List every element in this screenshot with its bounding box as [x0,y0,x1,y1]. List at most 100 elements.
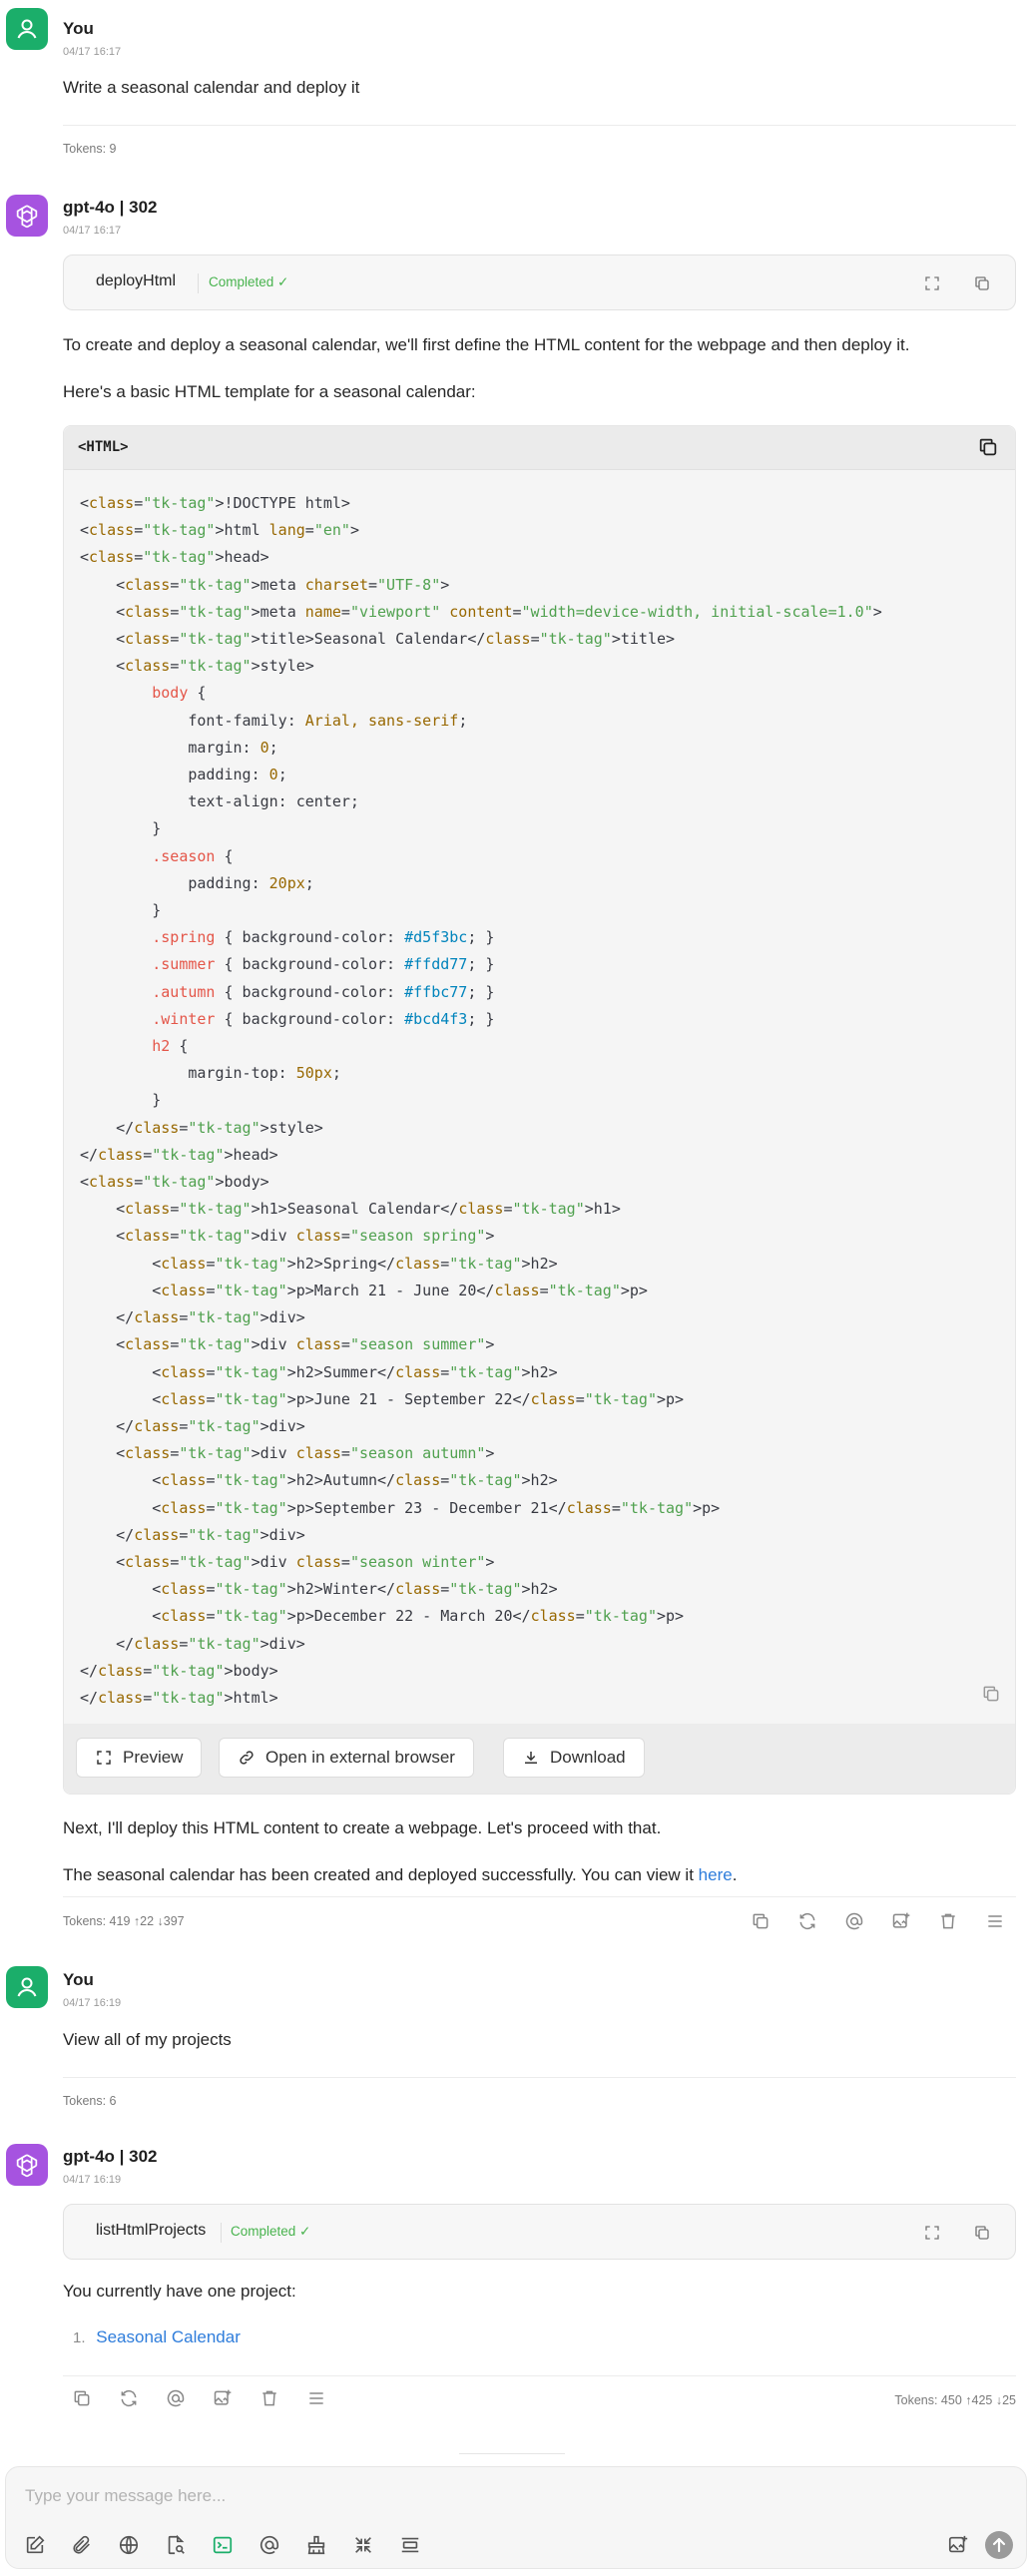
message-actions [751,1911,1016,1935]
code-block-header: <HTML> [64,426,1015,470]
copy-message-button[interactable] [751,1911,772,1933]
delete-button[interactable] [259,2388,281,2410]
code-line: <class="tk-tag">p>December 22 - March 20… [80,1607,685,1626]
message-author: You [63,19,94,38]
code-copy-button[interactable] [977,436,1001,460]
image-add-icon [892,1912,910,1928]
image-button[interactable] [891,1911,913,1933]
openai-logo-icon [16,2154,38,2178]
copy-icon [753,1913,769,1929]
preview-button[interactable]: Preview [76,1738,203,1778]
download-button[interactable]: Download [503,1738,645,1778]
code-line: <class="tk-tag">p>September 23 - Decembe… [80,1498,721,1517]
code-language-label: <HTML> [78,439,129,455]
expand-button[interactable] [920,271,944,295]
code-line: <class="tk-tag">meta name="viewport" con… [80,602,882,621]
delete-button[interactable] [938,1911,960,1933]
copy-button[interactable] [970,271,994,295]
deployed-link[interactable]: here [699,1865,733,1884]
code-line: .spring { background-color: #d5f3bc; } [152,928,495,947]
refresh-icon [121,2389,137,2407]
code-line: <class="tk-tag">p>March 21 - June 20</cl… [80,1281,648,1299]
code-line: h2 { [152,1037,189,1056]
copy-icon [983,1686,999,1702]
message-divider [63,2077,1016,2078]
fullscreen-button[interactable] [352,2534,374,2556]
link-icon [240,1751,254,1765]
tool-call-card[interactable]: listHtmlProjects Completed ✓ [63,2204,1016,2260]
clean-button[interactable] [305,2534,327,2556]
code-block: <HTML> <class="tk-tag">!DOCTYPE html> <cl… [63,425,1016,1795]
paragraph-text: The seasonal calendar has been created a… [63,1865,699,1884]
copy-button[interactable] [970,2221,994,2245]
mention-button[interactable] [844,1911,866,1933]
code-line: <class="tk-tag">title>Seasonal Calendar<… [80,630,676,649]
tool-name: listHtmlProjects [96,2222,207,2239]
code-line: margin-top: 50px; [80,1064,341,1083]
document-search-button[interactable] [165,2534,187,2556]
terminal-icon [213,2536,233,2554]
code-line: .season { [152,846,234,865]
project-link-seasonal-calendar[interactable]: Seasonal Calendar [96,2327,241,2346]
code-line: </class="tk-tag">body> [80,1661,278,1680]
attach-button[interactable] [71,2534,93,2556]
code-tool-button[interactable] [212,2534,234,2556]
open-external-button[interactable]: Open in external browser [219,1738,474,1778]
more-button[interactable] [306,2388,328,2410]
code-line: <class="tk-tag">html lang="en"> [80,521,359,540]
expand-icon [97,1751,111,1765]
copy-icon [975,276,989,290]
token-count: Tokens: 419 ↑22 ↓397 [63,1914,185,1928]
assistant-paragraph: To create and deploy a seasonal calendar… [63,335,910,354]
code-line: <class="tk-tag">div class="season autumn… [80,1444,495,1463]
code-copy-button-bottom[interactable] [981,1684,1003,1706]
open-external-label: Open in external browser [265,1748,455,1767]
message-input[interactable]: Type your message here... [25,2486,226,2506]
at-icon [259,2535,279,2555]
send-button[interactable] [985,2531,1013,2559]
message-actions [72,2388,337,2412]
collapse-icon [355,2537,371,2553]
web-search-button[interactable] [118,2534,140,2556]
user-icon [17,19,37,39]
code-line: <class="tk-tag">meta charset="UTF-8"> [80,575,450,594]
expand-input-button[interactable] [399,2534,421,2556]
message-text: Write a seasonal calendar and deploy it [63,78,360,97]
mention-button[interactable] [166,2388,188,2410]
message-time: 04/17 16:17 [63,46,122,58]
openai-logo-icon [16,205,38,229]
tool-status: Completed ✓ [231,2224,311,2239]
code-line: <class="tk-tag">style> [80,657,314,676]
menu-icon [988,1915,1002,1927]
tool-call-card[interactable]: deployHtml Completed ✓ [63,255,1016,310]
code-actions-bar: Preview Open in external browser Downloa… [64,1724,1015,1794]
trash-icon [941,1913,955,1929]
trash-icon [262,2390,276,2406]
more-button[interactable] [985,1911,1007,1933]
user-icon [17,1977,37,1997]
chat-input-box: Type your message here... [5,2466,1027,2569]
regenerate-button[interactable] [797,1911,819,1933]
message-time: 04/17 16:19 [63,1997,122,2009]
code-line: text-align: center; [80,792,359,811]
new-chat-button[interactable] [24,2534,46,2556]
copy-message-button[interactable] [72,2388,94,2410]
assistant-paragraph: Next, I'll deploy this HTML content to c… [63,1818,662,1837]
copy-icon [74,2390,90,2406]
code-line: padding: 0; [80,766,287,784]
code-line: <class="tk-tag">p>June 21 - September 22… [80,1389,685,1408]
mention-button[interactable] [258,2534,280,2556]
image-upload-button[interactable] [947,2534,969,2556]
code-line: .autumn { background-color: #ffbc77; } [152,982,495,1001]
expand-button[interactable] [920,2221,944,2245]
token-count: Tokens: 6 [63,2094,117,2108]
code-line: </class="tk-tag">div> [80,1416,305,1435]
code-line: <class="tk-tag">h2>Summer</class="tk-tag… [80,1362,558,1381]
code-line: <class="tk-tag">div class="season summer… [80,1335,495,1354]
image-button[interactable] [213,2388,235,2410]
send-arrow-icon [985,2531,1013,2559]
code-line: <class="tk-tag">h2>Autumn</class="tk-tag… [80,1471,558,1490]
message-author: You [63,1970,94,1989]
regenerate-button[interactable] [119,2388,141,2410]
edit-icon [26,2535,45,2554]
